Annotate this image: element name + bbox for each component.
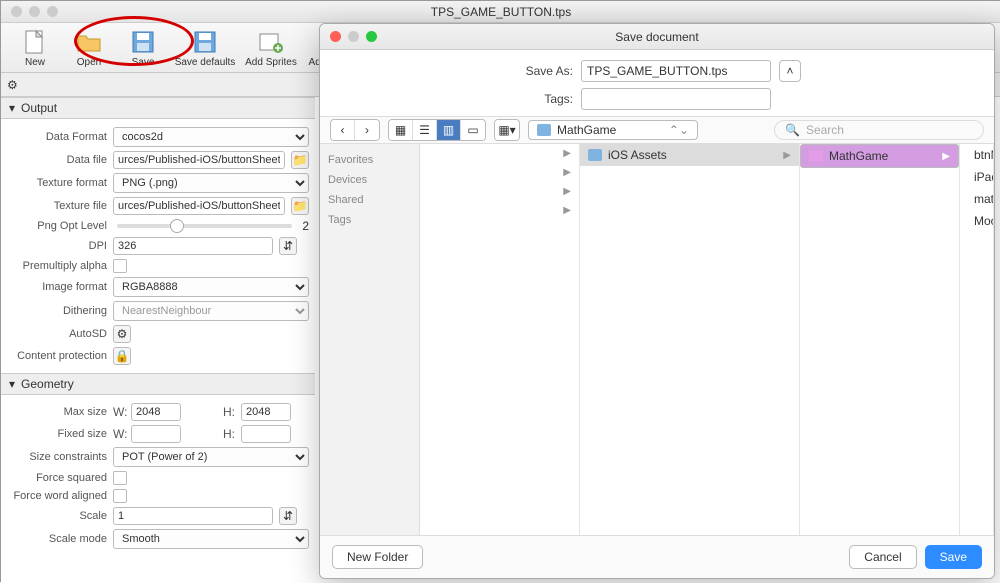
settings-panel: ▾Output Data Formatcocos2d Data file📁 Te… [1,97,315,583]
add-sprites-icon [257,28,285,56]
tags-input[interactable] [581,88,771,110]
output-section-header[interactable]: ▾Output [1,97,315,119]
list-item[interactable]: iOS Assets▶ [580,144,799,166]
finder-sidebar: Favorites Devices Shared Tags [320,144,420,535]
fixed-h-input[interactable] [241,425,291,443]
path-dropdown[interactable]: MathGame ⌃⌄ [528,120,698,140]
save-dialog: Save document Save As: ˄ Tags: ‹› ▦ ☰ ▥ … [319,23,995,579]
max-h-input[interactable] [241,403,291,421]
force-word-aligned-checkbox[interactable] [113,489,127,503]
sidebar-devices[interactable]: Devices [320,170,419,190]
list-item[interactable]: MathGame▶ [800,144,959,168]
dialog-close-traffic[interactable] [330,31,341,42]
fixed-w-input[interactable] [131,425,181,443]
main-title: TPS_GAME_BUTTON.tps [1,5,1000,19]
stepper-icon[interactable]: ⇵ [279,237,297,255]
scale-mode-select[interactable]: Smooth [113,529,309,549]
texture-file-input[interactable] [113,197,285,215]
dialog-zoom-traffic[interactable] [366,31,377,42]
new-folder-button[interactable]: New Folder [332,545,423,569]
folder-icon [75,28,103,56]
data-file-input[interactable] [113,151,285,169]
folder-icon [809,150,823,162]
column-0: ▶ ▶ ▶ ▶ [420,144,580,535]
browse-icon[interactable]: 📁 [291,151,309,169]
stepper-icon[interactable]: ⇵ [279,507,297,525]
premultiply-checkbox[interactable] [113,259,127,273]
list-item[interactable]: Mockup.psd [960,210,993,232]
main-titlebar: TPS_GAME_BUTTON.tps [1,1,1000,23]
add-sprites-button[interactable]: Add Sprites [243,26,299,70]
save-icon [129,28,157,56]
save-defaults-icon [191,28,219,56]
arrange-button[interactable]: ▦▾ [494,119,520,141]
save-button[interactable]: Save [119,26,167,70]
min-traffic[interactable] [29,6,40,17]
tags-label: Tags: [513,92,573,106]
max-w-input[interactable] [131,403,181,421]
view-mode-group[interactable]: ▦ ☰ ▥ ▭ [388,119,486,141]
list-item[interactable]: mathgameMockup.png [960,188,993,210]
icon-view-icon: ▦ [389,120,413,140]
dialog-min-traffic[interactable] [348,31,359,42]
png-opt-value: 2 [302,219,309,233]
list-item[interactable]: ▶ [420,182,579,201]
list-item[interactable]: ▶ [420,201,579,220]
sidebar-shared[interactable]: Shared [320,190,419,210]
column-view-icon: ▥ [437,120,461,140]
zoom-traffic[interactable] [47,6,58,17]
texture-format-select[interactable]: PNG (.png) [113,173,309,193]
dpi-input[interactable] [113,237,273,255]
dialog-title: Save document [320,30,994,44]
list-item[interactable]: ▶ [420,163,579,182]
save-defaults-button[interactable]: Save defaults [173,26,237,70]
geometry-section-header[interactable]: ▾Geometry [1,373,315,395]
gear-icon[interactable]: ⚙ [7,78,18,92]
coverflow-view-icon: ▭ [461,120,485,140]
size-constraints-select[interactable]: POT (Power of 2) [113,447,309,467]
close-traffic[interactable] [11,6,22,17]
sidebar-tags[interactable]: Tags [320,210,419,230]
force-squared-checkbox[interactable] [113,471,127,485]
nav-back-forward[interactable]: ‹› [330,119,380,141]
open-button[interactable]: Open [65,26,113,70]
dithering-select[interactable]: NearestNeighbour [113,301,309,321]
png-opt-slider[interactable] [117,224,292,228]
label: Data Format [7,131,107,143]
list-item[interactable]: btnMenu.png [960,144,993,166]
save-as-input[interactable] [581,60,771,82]
list-item[interactable]: iPadMockup.psd [960,166,993,188]
column-3: btnMenu.png iPadMockup.psd mathgameMocku… [960,144,994,535]
image-format-select[interactable]: RGBA8888 [113,277,309,297]
expand-toggle[interactable]: ˄ [779,60,801,82]
list-item[interactable]: ▶ [420,144,579,163]
cancel-button[interactable]: Cancel [849,545,916,569]
chevron-updown-icon: ⌃⌄ [669,123,689,137]
column-1: iOS Assets▶ [580,144,800,535]
file-icon [21,28,49,56]
autosd-button[interactable]: ⚙ [113,325,131,343]
folder-icon [537,124,551,136]
sidebar-favorites[interactable]: Favorites [320,150,419,170]
data-format-select[interactable]: cocos2d [113,127,309,147]
new-button[interactable]: New [11,26,59,70]
content-protection-button[interactable]: 🔒 [113,347,131,365]
column-2: MathGame▶ [800,144,960,535]
list-view-icon: ☰ [413,120,437,140]
scale-input[interactable] [113,507,273,525]
folder-icon [588,149,602,161]
browse-icon[interactable]: 📁 [291,197,309,215]
search-icon: 🔍 [785,123,800,137]
save-as-label: Save As: [513,64,573,78]
search-input[interactable]: 🔍 Search [774,120,984,140]
save-dialog-button[interactable]: Save [925,545,982,569]
